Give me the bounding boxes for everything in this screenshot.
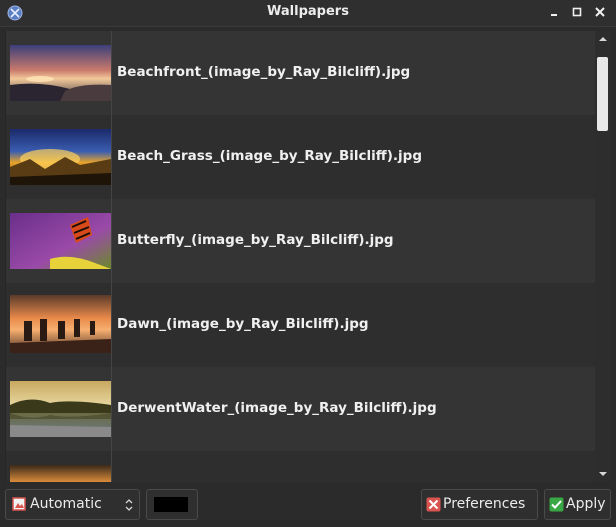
chevron-updown-icon: [125, 499, 133, 511]
wallpaper-list[interactable]: Beachfront_(image_by_Ray_Bilcliff).jpg B…: [5, 31, 595, 482]
thumbnail-cell: [6, 283, 112, 367]
image-mode-icon: [12, 497, 26, 511]
wallpaper-filename: DerwentWater_(image_by_Ray_Bilcliff).jpg: [117, 400, 437, 416]
wallpaper-filename: Butterfly_(image_by_Ray_Bilcliff).jpg: [117, 232, 394, 248]
mode-select-value: Automatic: [30, 496, 102, 512]
thumbnail-cell: [6, 199, 112, 283]
list-item[interactable]: Beach_Grass_(image_by_Ray_Bilcliff).jpg: [6, 115, 595, 200]
list-item[interactable]: Butterfly_(image_by_Ray_Bilcliff).jpg: [6, 199, 595, 284]
checkmark-icon: [549, 497, 564, 512]
scroll-up-icon[interactable]: [595, 31, 611, 47]
window-title: Wallpapers: [267, 4, 349, 19]
scrollbar-thumb[interactable]: [597, 57, 608, 131]
vertical-scrollbar[interactable]: [595, 31, 611, 482]
list-item[interactable]: DerwentWater_(image_by_Ray_Bilcliff).jpg: [6, 367, 595, 452]
preferences-label: Preferences: [443, 496, 526, 512]
wallpaper-thumbnail: [10, 213, 111, 269]
tools-icon: [426, 497, 441, 512]
wallpaper-thumbnail: [10, 465, 111, 482]
thumbnail-cell: [6, 451, 112, 482]
maximize-icon[interactable]: [570, 5, 584, 19]
list-item[interactable]: Beachfront_(image_by_Ray_Bilcliff).jpg: [6, 31, 595, 116]
preferences-button[interactable]: Preferences: [421, 489, 538, 520]
list-item[interactable]: Dawn_(image_by_Ray_Bilcliff).jpg: [6, 283, 595, 368]
wallpaper-filename: Beach_Grass_(image_by_Ray_Bilcliff).jpg: [117, 148, 422, 164]
wallpaper-filename: Dawn_(image_by_Ray_Bilcliff).jpg: [117, 316, 369, 332]
scroll-down-icon[interactable]: [595, 466, 611, 482]
thumbnail-cell: [6, 367, 112, 451]
wallpaper-thumbnail: [10, 381, 111, 437]
list-item[interactable]: [6, 451, 595, 482]
wallpaper-thumbnail: [10, 295, 111, 353]
thumbnail-cell: [6, 115, 112, 199]
wallpaper-filename: Beachfront_(image_by_Ray_Bilcliff).jpg: [117, 64, 411, 80]
minimize-icon[interactable]: [547, 5, 561, 19]
mode-select[interactable]: Automatic: [5, 489, 140, 520]
title-bar: Wallpapers: [0, 0, 616, 27]
color-swatch: [154, 497, 188, 512]
wallpaper-thumbnail: [10, 45, 111, 101]
bottom-toolbar: Automatic Preferences Apply: [0, 484, 616, 527]
wallpaper-thumbnail: [10, 129, 111, 185]
background-color-button[interactable]: [146, 489, 198, 520]
apply-button[interactable]: Apply: [544, 489, 611, 520]
thumbnail-cell: [6, 31, 112, 115]
close-icon[interactable]: [593, 5, 607, 19]
apply-label: Apply: [566, 496, 606, 512]
